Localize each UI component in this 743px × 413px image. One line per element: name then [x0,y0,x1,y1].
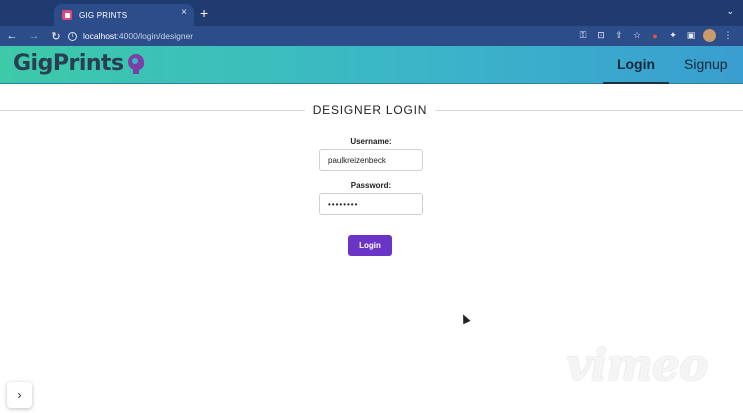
star-icon[interactable]: ☆ [628,30,646,41]
share-icon[interactable]: ⇪ [610,30,628,41]
username-field[interactable] [319,149,423,171]
extensions-icon[interactable]: ✦ [664,30,682,41]
tab-title: GIG PRINTS [79,10,128,20]
logo[interactable]: GigPrints [13,52,145,76]
install-icon[interactable]: ⊡ [592,30,610,41]
avatar[interactable] [703,29,716,42]
nav-signup-link[interactable]: Signup [684,56,728,72]
vimeo-watermark: vimeo [566,340,708,391]
password-label: Password: [350,181,392,190]
nav-login-link[interactable]: Login [603,56,669,84]
url-path: :4000/login/designer [116,31,194,41]
more-icon[interactable]: ⋮ [719,30,737,41]
password-field[interactable] [319,193,423,215]
tab-search-chevron-icon[interactable]: ⌄ [726,6,734,17]
key-icon[interactable]: ⚿ [574,30,592,41]
logo-head-icon [127,53,145,75]
new-tab-button[interactable]: + [200,5,208,21]
browser-tab[interactable]: GIG PRINTS × [54,4,194,26]
url-host: localhost [83,31,117,41]
logo-text: GigPrints [13,51,124,76]
sidepanel-icon[interactable]: ▣ [682,30,700,41]
back-button[interactable]: ← [2,30,22,42]
record-icon[interactable]: ● [646,31,664,41]
username-label: Username: [350,137,392,146]
site-info-icon[interactable]: i [68,31,77,41]
page-title: DESIGNER LOGIN [312,103,428,117]
toolbar-icons: ⚿ ⊡ ⇪ ☆ ● ✦ ▣ ⋮ [574,29,737,42]
tab-close-icon[interactable]: × [181,7,187,18]
divider-right [435,110,743,111]
section-header: DESIGNER LOGIN [0,103,743,117]
divider-left [0,110,305,111]
browser-toolbar: ← → ↻ i localhost:4000/login/designer ⚿ … [0,26,743,46]
sidebar-toggle-button[interactable]: › [7,382,32,408]
forward-button[interactable]: → [24,30,44,42]
browser-tab-strip: GIG PRINTS × + ⌄ [0,0,743,26]
login-button[interactable]: Login [348,235,392,256]
favicon-icon [62,10,72,20]
mouse-cursor-icon [459,312,471,325]
url-text: localhost:4000/login/designer [83,31,193,41]
app-header: GigPrints Login Signup [0,46,743,84]
address-bar[interactable]: i localhost:4000/login/designer [62,28,582,44]
